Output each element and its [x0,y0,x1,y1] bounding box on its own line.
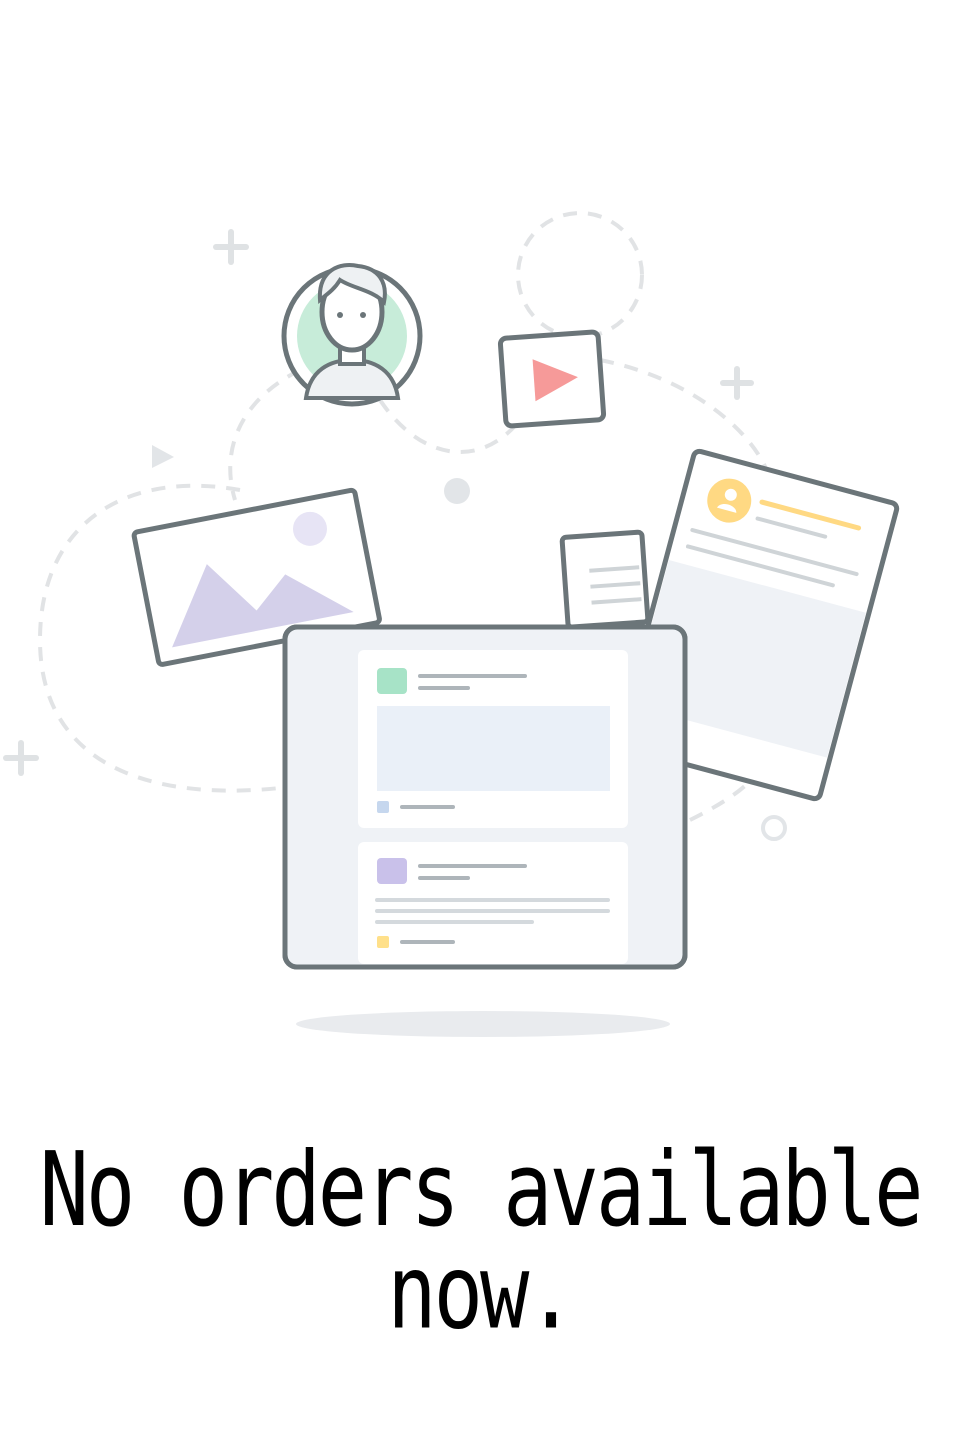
triangle-decoration [152,445,174,468]
feed-panel [282,624,688,970]
empty-orders-illustration [3,211,900,1037]
empty-state-message: No orders available now. [39,1131,924,1353]
avatar-icon [281,263,423,407]
document-card-back [559,529,651,630]
ring-decoration [761,815,787,841]
play-icon [497,329,607,429]
ground-shadow [296,1011,670,1037]
dot-decoration [444,478,470,504]
